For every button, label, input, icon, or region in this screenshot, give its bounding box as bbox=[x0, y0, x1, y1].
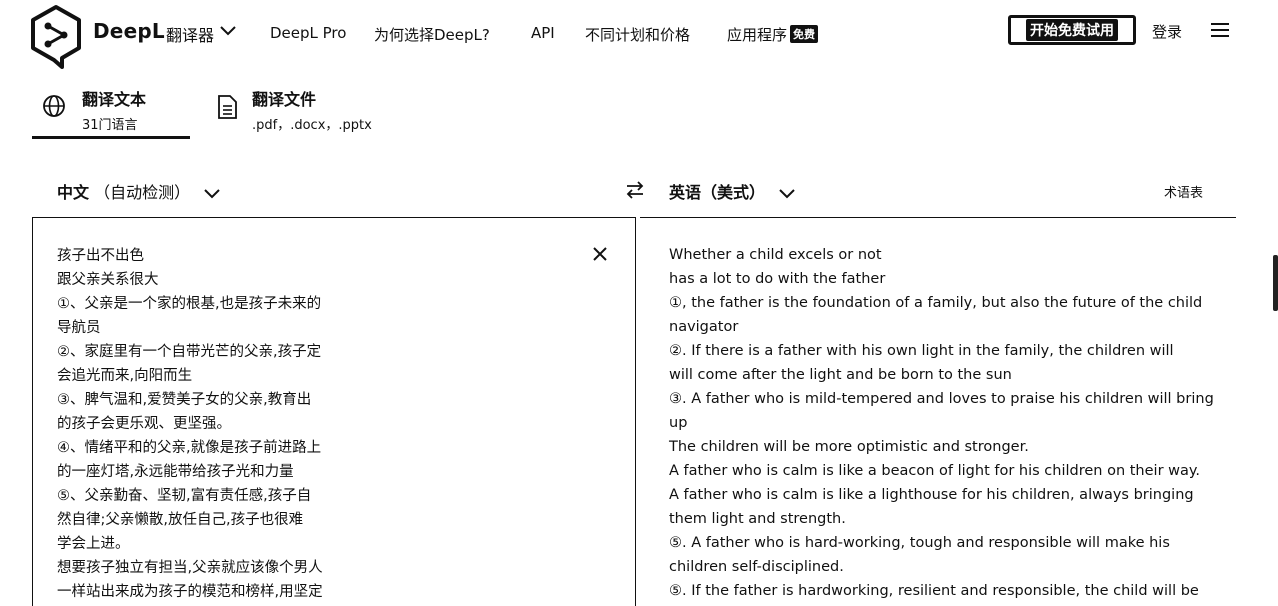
swap-languages-icon[interactable] bbox=[624, 180, 646, 200]
auto-detect-label: （自动检测） bbox=[94, 183, 191, 202]
translated-text-line: ③. A father who is mild-tempered and lov… bbox=[669, 391, 1214, 407]
nav-why-deepl[interactable]: 为何选择DeepL? bbox=[374, 24, 490, 45]
active-tab-indicator bbox=[32, 136, 190, 139]
translated-text-line: children self-disciplined. bbox=[669, 559, 844, 575]
free-badge: 免费 bbox=[790, 25, 819, 43]
translated-text-line: them light and strength. bbox=[669, 511, 846, 527]
source-text-line: 跟父亲关系很大 bbox=[57, 272, 159, 288]
nav-api[interactable]: API bbox=[531, 24, 555, 42]
source-text-line: ①、父亲是一个家的根基,也是孩子未来的 bbox=[57, 296, 322, 312]
source-text-line: 的孩子会更乐观、更坚强。 bbox=[57, 416, 231, 432]
globe-icon bbox=[43, 95, 65, 117]
source-text-input[interactable]: 孩子出不出色 跟父亲关系很大 ①、父亲是一个家的根基,也是孩子未来的 导航员 ②、家庭里… bbox=[32, 217, 636, 606]
source-text-line: ⑤、父亲勤奋、坚韧,富有责任感,孩子自 bbox=[57, 488, 312, 504]
translated-text-line: The children will be more optimistic and… bbox=[669, 439, 1029, 455]
translator-menu-label[interactable]: 翻译器 bbox=[166, 22, 214, 46]
login-link[interactable]: 登录 bbox=[1152, 21, 1182, 42]
source-text-line: 导航员 bbox=[57, 320, 101, 336]
source-text-line: ②、家庭里有一个自带光芒的父亲,孩子定 bbox=[57, 344, 322, 360]
source-language-label: 中文 bbox=[57, 183, 90, 202]
tab-translate-files-title: 翻译文件 bbox=[252, 90, 317, 109]
document-icon bbox=[218, 95, 237, 119]
glossary-button[interactable]: 术语表 bbox=[1164, 182, 1203, 201]
tab-translate-text-subtitle: 31门语言 bbox=[82, 118, 138, 133]
deepl-logo-icon[interactable] bbox=[28, 4, 84, 70]
translated-text-line: ①, the father is the foundation of a fam… bbox=[669, 295, 1203, 311]
target-panel-border bbox=[640, 217, 1236, 218]
source-text-line: 学会上进。 bbox=[57, 536, 130, 552]
source-text-line: 想要孩子独立有担当,父亲就应该像个男人 bbox=[57, 560, 323, 576]
nav-apps-label: 应用程序 bbox=[727, 26, 788, 44]
nav-apps[interactable]: 应用程序 免费 bbox=[727, 24, 819, 45]
source-text-line: 会追光而来,向阳而生 bbox=[57, 368, 193, 384]
translated-text-line: ⑤. A father who is hard-working, tough a… bbox=[669, 535, 1170, 551]
translated-text-line: ②. If there is a father with his own lig… bbox=[669, 343, 1174, 359]
brand-name[interactable]: DeepL bbox=[93, 19, 165, 43]
tab-translate-text[interactable]: 翻译文本 31门语言 bbox=[32, 86, 190, 140]
scrollbar-thumb[interactable] bbox=[1273, 255, 1278, 311]
nav-deepl-pro[interactable]: DeepL Pro bbox=[270, 24, 346, 42]
source-text-line: 一样站出来成为孩子的模范和榜样,用坚定 bbox=[57, 584, 323, 600]
tab-translate-files[interactable]: 翻译文件 .pdf，.docx，.pptx bbox=[202, 86, 402, 140]
translated-text-line: A father who is calm is like a lighthous… bbox=[669, 487, 1194, 503]
translated-text-line: has a lot to do with the father bbox=[669, 271, 886, 287]
source-text-content[interactable]: 孩子出不出色 跟父亲关系很大 ①、父亲是一个家的根基,也是孩子未来的 导航员 ②、家庭里… bbox=[57, 244, 323, 604]
source-text-line: 孩子出不出色 bbox=[57, 248, 144, 264]
source-text-line: ③、脾气温和,爱赞美子女的父亲,教育出 bbox=[57, 392, 312, 408]
tab-translate-files-subtitle: .pdf，.docx，.pptx bbox=[252, 118, 372, 133]
start-free-trial-label: 开始免费试用 bbox=[1026, 19, 1118, 41]
chevron-down-icon[interactable] bbox=[219, 24, 237, 38]
translated-text-line: Whether a child excels or not bbox=[669, 247, 882, 263]
target-language-label: 英语（美式） bbox=[669, 183, 766, 202]
translated-text-line: will come after the light and be born to… bbox=[669, 367, 1012, 383]
translated-text-line: ⑤. If the father is hardworking, resilie… bbox=[669, 583, 1199, 599]
start-free-trial-button[interactable]: 开始免费试用 bbox=[1008, 15, 1136, 45]
source-language-selector[interactable]: 中文 （自动检测） bbox=[57, 179, 221, 203]
source-text-line: 然自律;父亲懒散,放任自己,孩子也很难 bbox=[57, 512, 304, 528]
chevron-down-icon bbox=[779, 188, 795, 198]
translated-text-line: navigator bbox=[669, 319, 739, 335]
chevron-down-icon bbox=[204, 188, 220, 198]
translated-text-line: up bbox=[669, 415, 688, 431]
translated-text-output[interactable]: Whether a child excels or not has a lot t… bbox=[669, 243, 1214, 603]
hamburger-menu-icon[interactable] bbox=[1210, 21, 1230, 39]
top-navigation-bar: DeepL 翻译器 DeepL Pro 为何选择DeepL? API 不同计划和… bbox=[0, 0, 1278, 70]
tab-translate-text-title: 翻译文本 bbox=[82, 90, 147, 109]
nav-plans-pricing[interactable]: 不同计划和价格 bbox=[585, 24, 690, 45]
translated-text-line: A father who is calm is like a beacon of… bbox=[669, 463, 1201, 479]
close-icon[interactable] bbox=[592, 246, 608, 262]
target-language-selector[interactable]: 英语（美式） bbox=[669, 179, 796, 203]
source-text-line: 的一座灯塔,永远能带给孩子光和力量 bbox=[57, 464, 294, 480]
source-text-line: ④、情绪平和的父亲,就像是孩子前进路上 bbox=[57, 440, 322, 456]
